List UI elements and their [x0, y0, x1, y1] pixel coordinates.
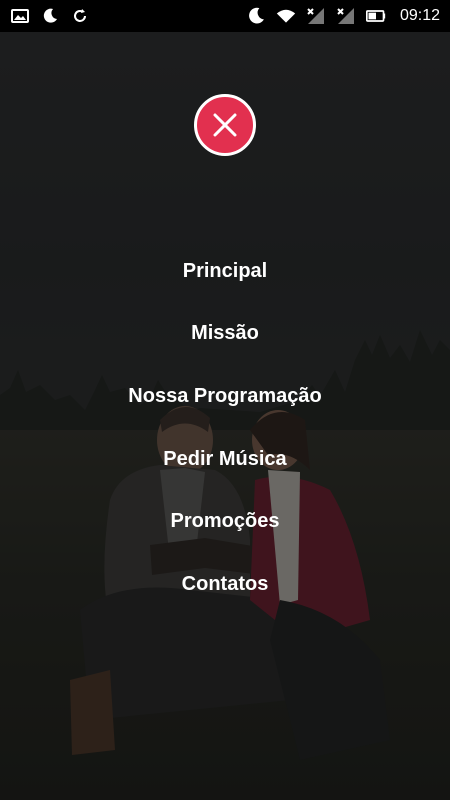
- wifi-icon: [276, 7, 296, 25]
- status-bar: 09:12: [0, 0, 450, 32]
- menu-item-promocoes[interactable]: Promoções: [0, 490, 450, 553]
- menu-item-principal[interactable]: Principal: [0, 240, 450, 303]
- status-left-icons: [10, 7, 90, 25]
- status-right-icons: 09:12: [246, 7, 440, 25]
- refresh-icon: [70, 7, 90, 25]
- menu-item-contatos[interactable]: Contatos: [0, 553, 450, 616]
- image-icon: [10, 7, 30, 25]
- menu-item-nossa-programacao[interactable]: Nossa Programação: [0, 365, 450, 428]
- moon-icon: [40, 7, 60, 25]
- close-icon: [213, 113, 237, 137]
- moon-icon: [246, 7, 266, 25]
- menu-item-pedir-musica[interactable]: Pedir Música: [0, 428, 450, 491]
- signal-x-icon: [306, 7, 326, 25]
- battery-icon: [365, 7, 386, 25]
- close-button[interactable]: [194, 94, 256, 156]
- menu-item-missao[interactable]: Missão: [0, 303, 450, 366]
- clock: 09:12: [399, 7, 440, 24]
- navigation-menu: Principal Missão Nossa Programação Pedir…: [0, 0, 450, 800]
- signal-x-icon: [336, 7, 356, 25]
- menu-list: Principal Missão Nossa Programação Pedir…: [0, 240, 450, 616]
